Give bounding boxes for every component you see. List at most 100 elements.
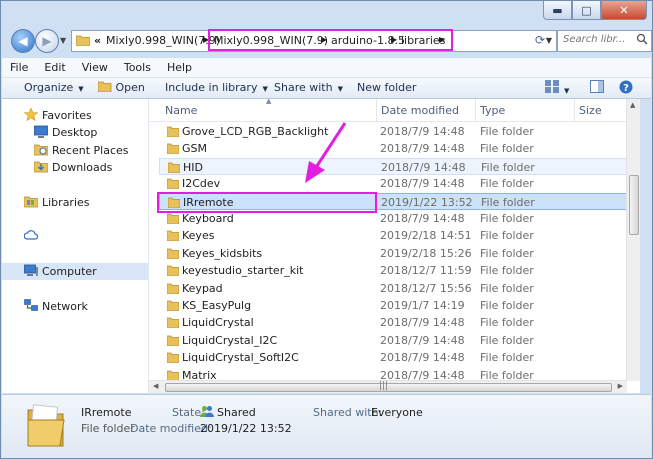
navigation-pane: Favorites Desktop Recent Places Download… [2, 99, 149, 393]
menu-view[interactable]: View [74, 58, 116, 77]
table-row[interactable]: LiquidCrystal_I2C 2018/7/9 14:48 File fold… [159, 332, 633, 349]
file-type: File folder [480, 142, 534, 156]
nav-favorites[interactable]: Favorites [2, 107, 148, 124]
minimize-icon: ▬ [552, 3, 563, 17]
file-date-modified: 2018/12/7 11:59 [380, 264, 472, 278]
help-icon: ? [619, 80, 633, 94]
recent-pages-dropdown[interactable]: ▼ [60, 36, 66, 45]
horizontal-scroll-thumb[interactable] [165, 383, 612, 392]
scroll-left-arrow-icon[interactable]: ◀ [153, 382, 158, 390]
menu-tools[interactable]: Tools [116, 58, 159, 77]
folder-icon [166, 316, 180, 329]
folder-icon [166, 247, 180, 260]
file-name: Keypad [182, 281, 223, 295]
preview-pane-button[interactable] [590, 80, 604, 96]
scroll-right-arrow-icon[interactable]: ▶ [618, 382, 623, 390]
new-folder-label: New folder [357, 81, 417, 94]
folder-icon [76, 35, 90, 46]
search-input[interactable] [561, 33, 633, 46]
table-row[interactable]: GSM 2018/7/9 14:48 File folder [159, 140, 633, 157]
file-date-modified: 2019/1/7 14:19 [380, 299, 465, 312]
column-divider[interactable] [376, 99, 377, 121]
file-date-modified: 2019/1/22 13:52 [381, 195, 473, 209]
nav-network[interactable]: Network [2, 298, 148, 315]
table-row[interactable]: KS_EasyPulg 2019/1/7 14:19 File folder [159, 297, 633, 314]
folder-icon [166, 334, 180, 347]
change-view-button[interactable]: ▼ [545, 80, 569, 96]
command-toolbar: Organize ▼ Open Include in library ▼ Share… [2, 78, 651, 99]
vertical-scrollbar[interactable]: ▲ [626, 99, 640, 381]
recent-places-icon [34, 144, 48, 156]
table-row[interactable]: Keypad 2018/12/7 15:56 File folder [159, 280, 633, 297]
table-row[interactable]: keyestudio_starter_kit 2018/12/7 11:59 Fil… [159, 262, 633, 279]
search-icon [636, 33, 648, 45]
vertical-scroll-thumb[interactable] [629, 175, 639, 235]
column-date-modified[interactable]: Date modified [381, 104, 459, 117]
file-type: File folder [480, 351, 534, 365]
menu-help[interactable]: Help [159, 58, 200, 77]
address-bar[interactable]: « Mixly0.998_WIN(7.9) ▶ Mixly0.998_WIN(7… [71, 29, 557, 52]
state-value: Shared [217, 406, 256, 419]
column-divider[interactable] [574, 99, 575, 121]
close-button[interactable]: ✕ [601, 1, 647, 20]
table-row[interactable]: LiquidCrystal 2018/7/9 14:48 File folder [159, 314, 633, 331]
share-with-button[interactable]: Share with ▼ [274, 81, 343, 94]
forward-arrow-icon: ▶ [42, 34, 52, 48]
refresh-icon[interactable]: ⟳ [535, 33, 551, 47]
maximize-button[interactable]: □ [572, 1, 601, 20]
table-row[interactable]: Grove_LCD_RGB_Backlight 2018/7/9 14:48 Fil… [159, 123, 633, 140]
column-divider[interactable] [475, 99, 476, 121]
file-name: KS_EasyPulg [182, 299, 252, 312]
horizontal-scrollbar[interactable]: ◀ ||| ▶ [149, 380, 627, 393]
nav-libraries[interactable]: Libraries [2, 194, 148, 211]
menu-file[interactable]: File [2, 58, 36, 77]
nav-homegroup[interactable] [2, 229, 148, 246]
column-size[interactable]: Size [579, 104, 602, 117]
new-folder-button[interactable]: New folder [357, 81, 416, 94]
folder-icon [166, 282, 180, 294]
nav-desktop[interactable]: Desktop [2, 124, 148, 141]
include-in-library-button[interactable]: Include in library ▼ [165, 81, 268, 94]
table-row[interactable]: I2Cdev 2018/7/9 14:48 File folder [159, 175, 633, 192]
table-row[interactable]: LiquidCrystal_SoftI2C 2018/7/9 14:48 File … [159, 349, 633, 366]
column-type[interactable]: Type [480, 104, 505, 117]
maximize-icon: □ [581, 3, 592, 17]
help-button[interactable]: ? [619, 80, 633, 97]
menu-edit[interactable]: Edit [36, 58, 73, 77]
chevron-down-icon: ▼ [564, 87, 570, 95]
shared-with-value: Everyone [371, 406, 423, 419]
file-type: File folder [480, 264, 534, 278]
table-row[interactable]: Keyes 2019/2/18 14:51 File folder [159, 227, 633, 244]
nav-downloads[interactable]: Downloads [2, 159, 148, 176]
table-row[interactable]: Keyes_kidsbits 2019/2/18 15:26 File folder [159, 245, 633, 262]
sort-ascending-icon: ▲ [266, 97, 272, 105]
date-modified-value: 2019/1/22 13:52 [200, 422, 292, 435]
open-folder-icon [97, 81, 112, 93]
file-date-modified: 2018/7/9 14:48 [380, 125, 465, 138]
folder-icon [166, 369, 180, 381]
back-button[interactable]: ◀ [11, 29, 35, 53]
file-type: File folder [480, 229, 534, 243]
file-name: LiquidCrystal_SoftI2C [182, 351, 299, 365]
open-button[interactable]: Open [97, 81, 145, 94]
file-type: File folder [480, 246, 534, 260]
search-box[interactable] [557, 30, 652, 52]
annotation-highlight-box [208, 29, 453, 51]
forward-button[interactable]: ▶ [35, 29, 59, 53]
organize-button[interactable]: Organize ▼ [24, 81, 84, 94]
nav-recent-places[interactable]: Recent Places [2, 142, 148, 159]
desktop-icon [34, 125, 48, 138]
minimize-button[interactable]: ▬ [543, 1, 572, 20]
table-row[interactable]: HID 2018/7/9 14:48 File folder [159, 157, 633, 175]
folder-icon [166, 264, 180, 277]
scroll-up-arrow-icon[interactable]: ▲ [630, 101, 635, 109]
column-name[interactable]: Name [165, 104, 197, 117]
hidden-path-chevron[interactable]: « [94, 34, 101, 47]
file-date-modified: 2018/7/9 14:48 [380, 177, 465, 191]
nav-computer[interactable]: Computer [2, 263, 148, 280]
file-date-modified: 2018/7/9 14:48 [380, 333, 465, 347]
file-name: Keyboard [182, 212, 234, 225]
file-type: File folder [480, 281, 534, 295]
chevron-down-icon: ▼ [337, 85, 343, 93]
file-name: LiquidCrystal [182, 316, 254, 330]
